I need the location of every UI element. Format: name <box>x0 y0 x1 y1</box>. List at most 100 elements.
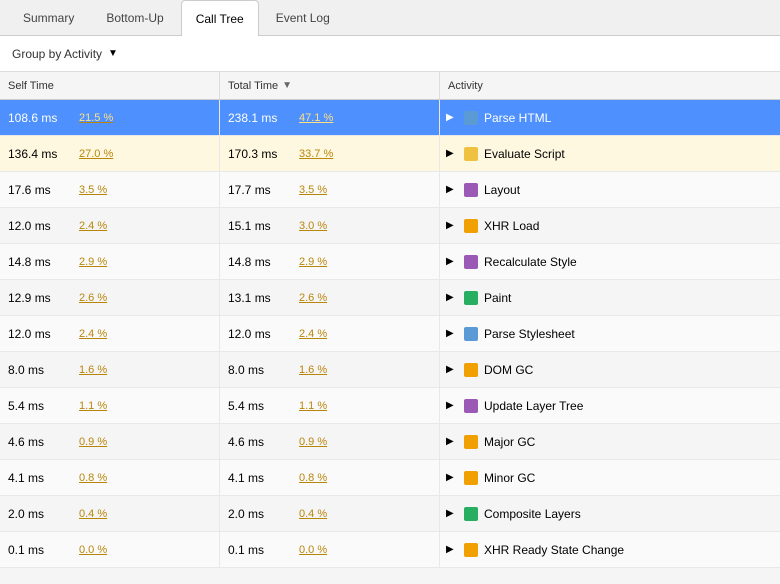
total-time-pct: 47.1 % <box>299 112 333 124</box>
total-time-pct: 2.9 % <box>299 256 327 268</box>
self-time-cell: 5.4 ms1.1 % <box>0 388 220 423</box>
total-time-cell: 17.7 ms3.5 % <box>220 172 440 207</box>
self-time-value: 12.9 ms <box>8 291 73 305</box>
table-row[interactable]: 4.1 ms0.8 %4.1 ms0.8 %▶Minor GC <box>0 460 780 496</box>
total-time-value: 4.1 ms <box>228 471 293 485</box>
expand-arrow-icon[interactable]: ▶ <box>446 112 458 123</box>
activity-color-swatch <box>464 111 478 125</box>
activity-cell: ▶ Minor GC <box>440 460 780 495</box>
self-time-pct: 0.9 % <box>79 436 107 448</box>
self-time-cell: 0.1 ms0.0 % <box>0 532 220 567</box>
table-row[interactable]: 17.6 ms3.5 %17.7 ms3.5 %▶Layout <box>0 172 780 208</box>
table-row[interactable]: 136.4 ms27.0 %170.3 ms33.7 %▶Evaluate Sc… <box>0 136 780 172</box>
sort-arrow-total-time: ▼ <box>282 80 292 91</box>
table-header: Self Time Total Time ▼ Activity <box>0 72 780 100</box>
total-time-cell: 170.3 ms33.7 % <box>220 136 440 171</box>
activity-color-swatch <box>464 507 478 521</box>
total-time-value: 170.3 ms <box>228 147 293 161</box>
self-time-pct: 2.4 % <box>79 328 107 340</box>
activity-name-label: Composite Layers <box>484 507 581 521</box>
group-by-dropdown-arrow[interactable]: ▼ <box>108 48 118 59</box>
activity-cell: ▶ Paint <box>440 280 780 315</box>
activity-name-label: Layout <box>484 183 520 197</box>
tab-call-tree[interactable]: Call Tree <box>181 0 259 36</box>
total-time-pct: 1.6 % <box>299 364 327 376</box>
expand-arrow-icon[interactable]: ▶ <box>446 148 458 159</box>
table-row[interactable]: 4.6 ms0.9 %4.6 ms0.9 %▶Major GC <box>0 424 780 460</box>
total-time-cell: 0.1 ms0.0 % <box>220 532 440 567</box>
total-time-cell: 12.0 ms2.4 % <box>220 316 440 351</box>
tab-event-log[interactable]: Event Log <box>261 0 345 36</box>
self-time-pct: 1.6 % <box>79 364 107 376</box>
activity-cell: ▶XHR Load <box>440 208 780 243</box>
total-time-cell: 5.4 ms1.1 % <box>220 388 440 423</box>
activity-cell: ▶Recalculate Style <box>440 244 780 279</box>
table-row[interactable]: 12.9 ms2.6 %13.1 ms2.6 %▶Paint <box>0 280 780 316</box>
self-time-cell: 14.8 ms2.9 % <box>0 244 220 279</box>
total-time-value: 8.0 ms <box>228 363 293 377</box>
col-header-activity: Activity <box>440 72 780 99</box>
total-time-pct: 0.9 % <box>299 436 327 448</box>
self-time-pct: 2.9 % <box>79 256 107 268</box>
self-time-cell: 12.9 ms 2.6 % <box>0 280 220 315</box>
activity-color-swatch <box>464 291 478 305</box>
group-by-label: Group by Activity <box>12 47 102 61</box>
total-time-pct: 2.6 % <box>299 292 327 304</box>
activity-name-label: Parse Stylesheet <box>484 327 575 341</box>
activity-cell: ▶Evaluate Script <box>440 136 780 171</box>
activity-color-swatch <box>464 471 478 485</box>
expand-arrow-icon[interactable]: ▶ <box>446 256 458 267</box>
self-time-value: 4.1 ms <box>8 471 73 485</box>
total-time-cell: 14.8 ms 2.9 % <box>220 244 440 279</box>
expand-arrow-icon[interactable]: ▶ <box>446 508 458 519</box>
tab-bar: Summary Bottom-Up Call Tree Event Log <box>0 0 780 36</box>
self-time-value: 8.0 ms <box>8 363 73 377</box>
self-time-cell: 17.6 ms3.5 % <box>0 172 220 207</box>
self-time-pct: 2.6 % <box>79 292 107 304</box>
self-time-cell: 4.1 ms0.8 % <box>0 460 220 495</box>
activity-color-swatch <box>464 255 478 269</box>
total-time-cell: 13.1 ms2.6 % <box>220 280 440 315</box>
expand-arrow-icon[interactable]: ▶ <box>446 400 458 411</box>
total-time-pct: 0.0 % <box>299 544 327 556</box>
activity-color-swatch <box>464 147 478 161</box>
table-row[interactable]: 2.0 ms0.4 %2.0 ms0.4 %▶Composite Layers <box>0 496 780 532</box>
tab-summary[interactable]: Summary <box>8 0 89 36</box>
activity-name-label: Minor GC <box>484 471 535 485</box>
expand-arrow-icon[interactable]: ▶ <box>446 184 458 195</box>
expand-arrow-icon[interactable]: ▶ <box>446 292 458 303</box>
activity-color-swatch <box>464 183 478 197</box>
table-row[interactable]: 12.0 ms2.4 %12.0 ms2.4 %▶Parse Styleshee… <box>0 316 780 352</box>
activity-name-label: Major GC <box>484 435 535 449</box>
expand-arrow-icon[interactable]: ▶ <box>446 436 458 447</box>
table-row[interactable]: 0.1 ms0.0 %0.1 ms0.0 %▶XHR Ready State C… <box>0 532 780 568</box>
total-time-value: 2.0 ms <box>228 507 293 521</box>
table-row[interactable]: 108.6 ms21.5 %238.1 ms47.1 %▶Parse HTML <box>0 100 780 136</box>
table-row[interactable]: 14.8 ms2.9 %14.8 ms2.9 %▶Recalculate Sty… <box>0 244 780 280</box>
expand-arrow-icon[interactable]: ▶ <box>446 220 458 231</box>
total-time-value: 15.1 ms <box>228 219 293 233</box>
expand-arrow-icon[interactable]: ▶ <box>446 472 458 483</box>
self-time-pct: 1.1 % <box>79 400 107 412</box>
total-time-value: 14.8 ms <box>228 255 293 269</box>
activity-name-label: DOM GC <box>484 363 533 377</box>
table-body: 108.6 ms21.5 %238.1 ms47.1 %▶Parse HTML1… <box>0 100 780 568</box>
self-time-pct: 3.5 % <box>79 184 107 196</box>
tab-bottom-up[interactable]: Bottom-Up <box>91 0 178 36</box>
activity-name-label: Paint <box>484 291 511 305</box>
table-row[interactable]: 12.0 ms2.4 %15.1 ms3.0 %▶XHR Load <box>0 208 780 244</box>
self-time-value: 4.6 ms <box>8 435 73 449</box>
activity-cell: ▶ DOM GC <box>440 352 780 387</box>
total-time-value: 17.7 ms <box>228 183 293 197</box>
self-time-pct: 27.0 % <box>79 148 113 160</box>
activity-cell: ▶Parse HTML <box>440 100 780 135</box>
total-time-value: 5.4 ms <box>228 399 293 413</box>
self-time-pct: 2.4 % <box>79 220 107 232</box>
table-row[interactable]: 5.4 ms1.1 %5.4 ms1.1 %▶Update Layer Tree <box>0 388 780 424</box>
expand-arrow-icon[interactable]: ▶ <box>446 328 458 339</box>
expand-arrow-icon[interactable]: ▶ <box>446 364 458 375</box>
activity-cell: ▶ Parse Stylesheet <box>440 316 780 351</box>
table-row[interactable]: 8.0 ms 1.6 % 8.0 ms 1.6 % ▶ DOM GC <box>0 352 780 388</box>
col-header-total-time[interactable]: Total Time ▼ <box>220 72 440 99</box>
expand-arrow-icon[interactable]: ▶ <box>446 544 458 555</box>
